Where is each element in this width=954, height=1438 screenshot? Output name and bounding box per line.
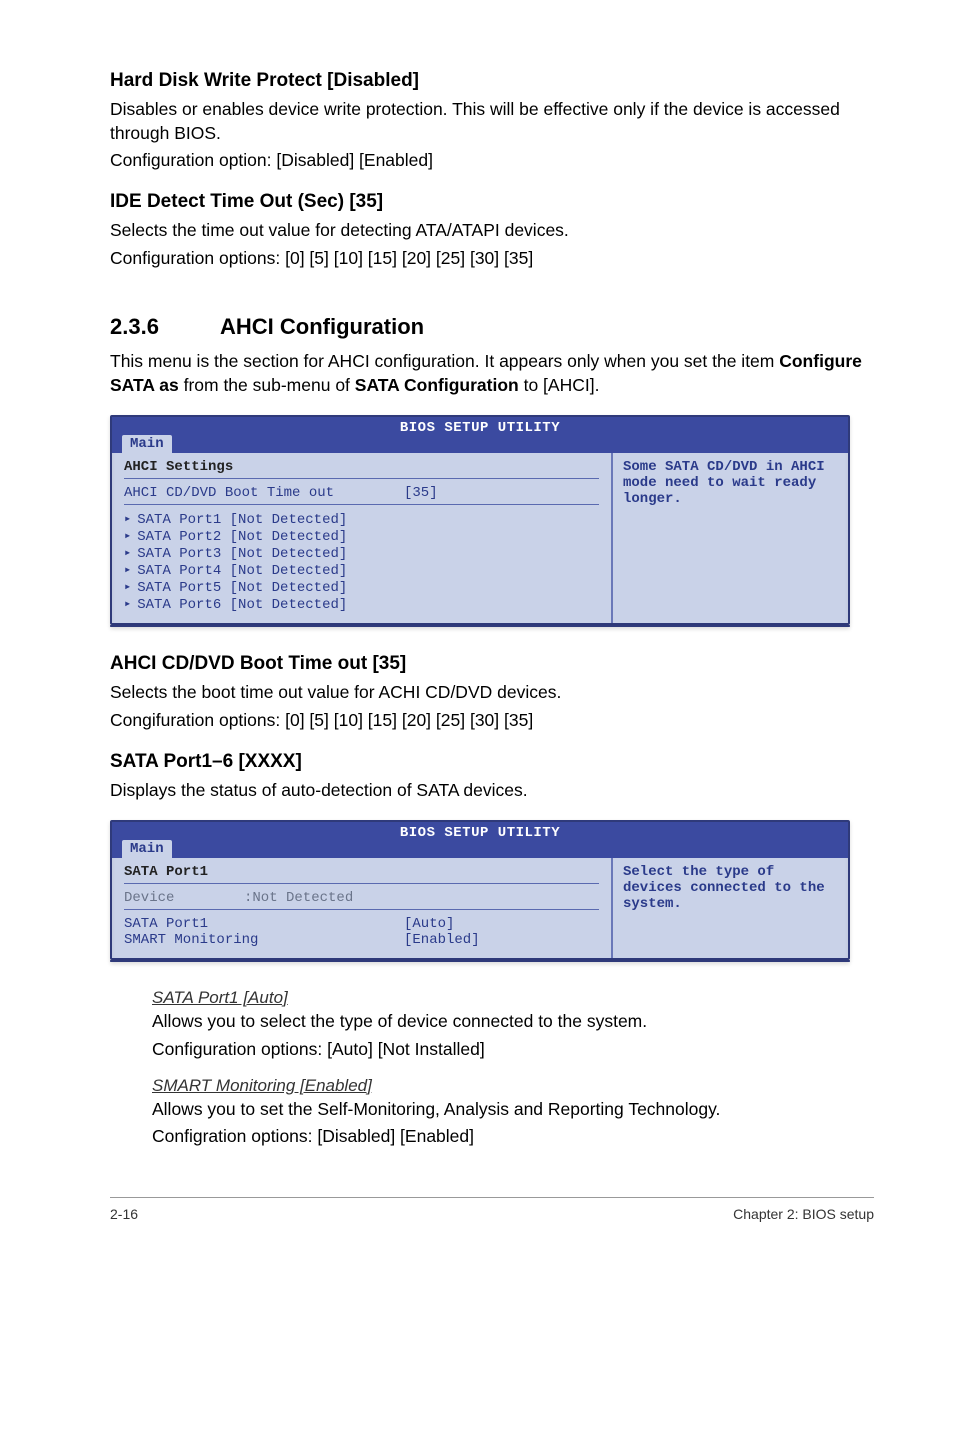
- text: Configuration options: [Auto] [Not Insta…: [152, 1038, 874, 1062]
- sub-heading-sata-port1-auto: SATA Port1 [Auto]: [152, 988, 874, 1008]
- bios-titlebar: BIOS SETUP UTILITY Main: [112, 417, 848, 453]
- bios-help-pane: Some SATA CD/DVD in AHCI mode need to wa…: [613, 453, 848, 623]
- text: Selects the boot time out value for ACHI…: [110, 681, 874, 705]
- bios-title: BIOS SETUP UTILITY: [112, 419, 848, 436]
- bios-option-row[interactable]: SATA Port1 [Auto]: [124, 916, 599, 932]
- bios-submenu-item[interactable]: SATA Port4 [Not Detected]: [124, 562, 599, 579]
- text: from the sub-menu of: [179, 375, 355, 395]
- bios-left-pane: SATA Port1 Device :Not Detected SATA Por…: [112, 858, 613, 958]
- bios-tab-main[interactable]: Main: [122, 435, 172, 453]
- text: Configuration options: [0] [5] [10] [15]…: [110, 247, 874, 271]
- bios-device-value: :Not Detected: [244, 890, 599, 906]
- text: Displays the status of auto-detection of…: [110, 779, 874, 803]
- bios-option-value: [Auto]: [404, 916, 599, 932]
- text: Selects the time out value for detecting…: [110, 219, 874, 243]
- text: Congifuration options: [0] [5] [10] [15]…: [110, 709, 874, 733]
- page-number: 2-16: [110, 1206, 138, 1222]
- bios-device-row: Device :Not Detected: [124, 890, 599, 906]
- heading-hd-write-protect: Hard Disk Write Protect [Disabled]: [110, 70, 874, 92]
- bios-title: BIOS SETUP UTILITY: [112, 824, 848, 841]
- text: to [AHCI].: [519, 375, 600, 395]
- bios-titlebar: BIOS SETUP UTILITY Main: [112, 822, 848, 858]
- sub-option-block: SATA Port1 [Auto] Allows you to select t…: [110, 988, 874, 1149]
- section-title: AHCI Configuration: [220, 314, 424, 339]
- bios-option-key: SMART Monitoring: [124, 932, 404, 948]
- heading-sata-port-1-6: SATA Port1–6 [XXXX]: [110, 751, 874, 773]
- text: Disables or enables device write protect…: [110, 98, 874, 145]
- text: Configration options: [Disabled] [Enable…: [152, 1125, 874, 1149]
- page-footer: 2-16 Chapter 2: BIOS setup: [110, 1197, 874, 1222]
- bios-heading: AHCI Settings: [124, 459, 599, 475]
- bios-option-row[interactable]: AHCI CD/DVD Boot Time out [35]: [124, 485, 599, 501]
- bios-panel-sata-port1: BIOS SETUP UTILITY Main SATA Port1 Devic…: [110, 820, 850, 962]
- text: Allows you to set the Self-Monitoring, A…: [152, 1098, 874, 1122]
- page: Hard Disk Write Protect [Disabled] Disab…: [0, 0, 954, 1262]
- bios-heading: SATA Port1: [124, 864, 599, 880]
- bios-submenu-item[interactable]: SATA Port2 [Not Detected]: [124, 528, 599, 545]
- text: This menu is the section for AHCI config…: [110, 351, 779, 371]
- bios-left-pane: AHCI Settings AHCI CD/DVD Boot Time out …: [112, 453, 613, 623]
- bios-submenu-item[interactable]: SATA Port5 [Not Detected]: [124, 579, 599, 596]
- text: Configuration option: [Disabled] [Enable…: [110, 149, 874, 173]
- bios-help-pane: Select the type of devices connected to …: [613, 858, 848, 958]
- separator: [124, 909, 599, 910]
- text-bold: SATA Configuration: [355, 375, 519, 395]
- separator: [124, 504, 599, 505]
- section-heading-ahci-config: 2.3.6AHCI Configuration: [110, 314, 874, 340]
- bios-option-key: SATA Port1: [124, 916, 404, 932]
- text: Allows you to select the type of device …: [152, 1010, 874, 1034]
- separator: [124, 883, 599, 884]
- bios-panel-ahci-settings: BIOS SETUP UTILITY Main AHCI Settings AH…: [110, 415, 850, 627]
- bios-device-key: Device: [124, 890, 244, 906]
- text: This menu is the section for AHCI config…: [110, 350, 874, 397]
- separator: [124, 478, 599, 479]
- sub-heading-smart-monitoring: SMART Monitoring [Enabled]: [152, 1076, 874, 1096]
- bios-tab-main[interactable]: Main: [122, 840, 172, 858]
- bios-option-key: AHCI CD/DVD Boot Time out: [124, 485, 404, 501]
- bios-submenu-item[interactable]: SATA Port6 [Not Detected]: [124, 596, 599, 613]
- heading-ahci-boot-timeout: AHCI CD/DVD Boot Time out [35]: [110, 653, 874, 675]
- section-number: 2.3.6: [110, 314, 220, 340]
- bios-option-row[interactable]: SMART Monitoring [Enabled]: [124, 932, 599, 948]
- bios-option-value: [Enabled]: [404, 932, 599, 948]
- heading-ide-detect-timeout: IDE Detect Time Out (Sec) [35]: [110, 191, 874, 213]
- chapter-label: Chapter 2: BIOS setup: [733, 1206, 874, 1222]
- bios-submenu-item[interactable]: SATA Port3 [Not Detected]: [124, 545, 599, 562]
- bios-submenu-item[interactable]: SATA Port1 [Not Detected]: [124, 511, 599, 528]
- bios-option-value: [35]: [404, 485, 599, 501]
